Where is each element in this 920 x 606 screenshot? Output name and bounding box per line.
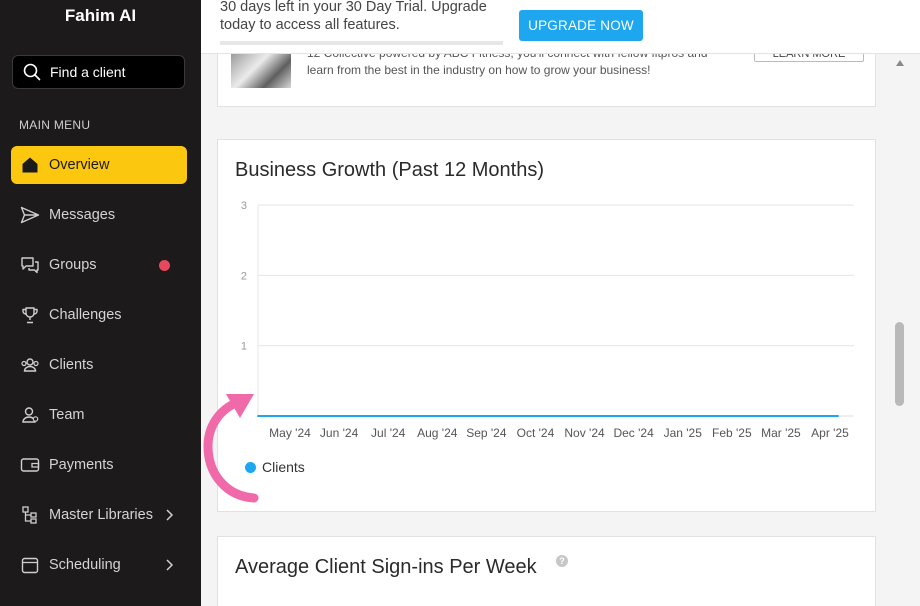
svg-text:?: ? xyxy=(559,556,565,566)
sidebar-item-label: Overview xyxy=(49,157,110,173)
data-point xyxy=(681,415,684,417)
home-icon xyxy=(20,155,40,175)
trophy-icon xyxy=(20,305,40,325)
collective-promo-card: 12 Collective powered by ABC Fitness, yo… xyxy=(217,44,876,107)
client-signins-title: Average Client Sign-ins Per Week xyxy=(235,556,537,578)
data-point xyxy=(338,415,341,417)
scroll-up-icon[interactable] xyxy=(895,59,905,67)
y-tick-label: 3 xyxy=(241,200,247,212)
x-tick-label: Sep '24 xyxy=(466,426,507,440)
data-point xyxy=(485,415,488,417)
sidebar-item-clients[interactable]: Clients xyxy=(11,346,187,384)
sidebar-item-overview[interactable]: Overview xyxy=(11,146,187,184)
brand-name: Fahim AI xyxy=(64,6,137,25)
find-client-search[interactable]: Find a client xyxy=(12,55,185,89)
data-point xyxy=(779,415,782,417)
sidebar-item-label: Messages xyxy=(49,207,116,223)
sidebar-item-label: Payments xyxy=(49,457,114,473)
sidebar-item-payments[interactable]: Payments xyxy=(11,446,187,484)
trial-banner: 30 days left in your 30 Day Trial. Upgra… xyxy=(201,0,920,54)
upgrade-now-button[interactable]: UPGRADE NOW xyxy=(519,10,643,41)
chevron-right-icon xyxy=(166,509,174,521)
data-point xyxy=(583,415,586,417)
x-tick-label: May '24 xyxy=(269,426,311,440)
sidebar-item-label: Scheduling xyxy=(49,557,121,573)
sidebar-item-scheduling[interactable]: Scheduling xyxy=(11,546,187,584)
x-tick-label: Dec '24 xyxy=(613,426,654,440)
chat-icon xyxy=(20,255,40,275)
x-tick-label: Jun '24 xyxy=(320,426,359,440)
data-point xyxy=(534,415,537,417)
business-growth-card: Business Growth (Past 12 Months) 1 2 3 May … xyxy=(217,139,876,512)
y-tick-label: 2 xyxy=(241,270,247,282)
trial-progress-bar xyxy=(220,41,503,45)
sidebar-item-label: Groups xyxy=(49,257,97,273)
sidebar-item-label: Clients xyxy=(49,357,94,373)
sidebar-item-master-libraries[interactable]: Master Libraries xyxy=(11,496,187,534)
data-point xyxy=(730,415,733,417)
x-tick-label: Apr '25 xyxy=(811,426,849,440)
wallet-icon xyxy=(20,455,40,475)
x-tick-label: Feb '25 xyxy=(712,426,752,440)
data-point xyxy=(387,415,390,417)
sidebar-item-label: Master Libraries xyxy=(49,507,153,523)
library-icon xyxy=(20,505,40,525)
x-tick-label: Jan '25 xyxy=(664,426,703,440)
chevron-right-icon xyxy=(166,559,174,571)
sidebar-item-label: Team xyxy=(49,407,85,423)
x-tick-label: Aug '24 xyxy=(417,426,458,440)
sidebar: Fahim AI Find a client MAIN MENU Overvie… xyxy=(0,0,201,606)
page-scrollbar[interactable] xyxy=(892,54,908,606)
search-label: Find a client xyxy=(50,64,126,80)
send-icon xyxy=(20,205,40,225)
client-signins-card: Average Client Sign-ins Per Week ? xyxy=(217,536,876,606)
search-icon xyxy=(23,63,41,81)
x-tick-label: Jul '24 xyxy=(371,426,406,440)
scroll-thumb[interactable] xyxy=(895,322,904,406)
annotation-arrow-icon xyxy=(203,394,259,503)
y-tick-label: 1 xyxy=(241,341,247,353)
sidebar-item-team[interactable]: Team xyxy=(11,396,187,434)
calendar-icon xyxy=(20,555,40,575)
x-tick-label: Mar '25 xyxy=(761,426,801,440)
trial-message: 30 days left in your 30 Day Trial. Upgra… xyxy=(220,0,487,33)
legend-clients-label: Clients xyxy=(262,459,305,475)
sidebar-item-challenges[interactable]: Challenges xyxy=(11,296,187,334)
help-icon[interactable]: ? xyxy=(556,555,568,567)
data-point xyxy=(837,415,839,417)
business-growth-chart: 1 2 3 May '24 Jun '24 Jul '24 Aug '24 Sep '24 Oc… xyxy=(241,200,854,440)
users-icon xyxy=(20,355,40,375)
sidebar-item-messages[interactable]: Messages xyxy=(11,196,187,234)
team-icon xyxy=(20,405,40,425)
x-tick-label: Nov '24 xyxy=(564,426,605,440)
x-tick-label: Oct '24 xyxy=(517,426,555,440)
data-point xyxy=(632,415,635,417)
menu-heading: MAIN MENU xyxy=(19,118,91,132)
sidebar-item-label: Challenges xyxy=(49,307,122,323)
data-point xyxy=(436,415,439,417)
sidebar-item-groups[interactable]: Groups xyxy=(11,246,187,284)
notification-dot xyxy=(159,260,170,271)
promo-image xyxy=(231,54,291,88)
